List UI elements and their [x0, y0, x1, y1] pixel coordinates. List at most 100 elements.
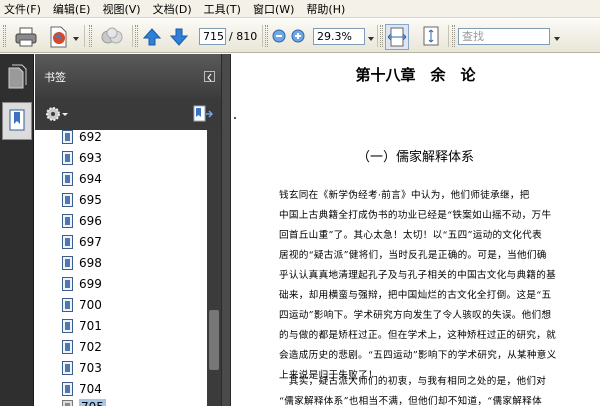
bookmark-item[interactable]: 698	[62, 252, 102, 273]
bookmark-item[interactable]: 699	[62, 273, 102, 294]
zoom-out-icon[interactable]	[272, 29, 286, 43]
bookmark-label: 700	[79, 297, 102, 312]
bookmark-item[interactable]: 694	[62, 168, 102, 189]
menu-bar: 文件(F) 编辑(E) 视图(V) 文档(D) 工具(T) 窗口(W) 帮助(H…	[0, 0, 600, 18]
bookmark-label: 697	[79, 234, 102, 249]
menu-help[interactable]: 帮助(H)	[306, 1, 345, 17]
bookmark-item[interactable]: 703	[62, 357, 102, 378]
bookmark-icon	[62, 318, 73, 333]
search-dropdown-icon[interactable]	[554, 37, 560, 41]
bookmark-label: 704	[79, 381, 102, 396]
bookmark-item[interactable]: 692	[62, 130, 102, 147]
bookmark-label: 698	[79, 255, 102, 270]
create-pdf-icon[interactable]	[46, 25, 70, 49]
bookmark-label: 701	[79, 318, 102, 333]
bookmark-item[interactable]: 697	[62, 231, 102, 252]
bookmark-label: 696	[79, 213, 102, 228]
text-line: 四运动”影响下。学术研究方向发生了令人骇叹的失误。他们想	[279, 310, 552, 321]
bookmark-item[interactable]: 693	[62, 147, 102, 168]
bookmark-icon	[62, 192, 73, 207]
bookmark-icon	[62, 150, 73, 165]
bookmark-icon	[62, 276, 73, 291]
text-line: 钱玄同在《新学伪经考·前言》中认为，他们师徒承继，把	[279, 190, 530, 201]
bookmarks-toolbar	[35, 98, 221, 130]
text-line: 乎认认真真地清理起孔子及与孔子相关的中国古文化与典籍的基	[279, 270, 557, 281]
bookmarks-icon[interactable]	[2, 102, 32, 140]
toolbar-grip[interactable]	[135, 25, 138, 47]
navigation-pane	[0, 54, 34, 406]
previous-page-icon[interactable]	[142, 27, 162, 47]
zoom-input[interactable]: 29.3%	[313, 28, 365, 45]
toolbar-grip[interactable]	[380, 25, 383, 47]
toolbar-separator	[132, 25, 133, 47]
pane-splitter[interactable]	[221, 54, 231, 406]
scrollbar-thumb[interactable]	[209, 310, 219, 370]
bookmark-icon	[62, 171, 73, 186]
bookmark-icon	[62, 360, 73, 375]
toolbar-grip[interactable]	[3, 25, 6, 47]
text-line: 的与做的都是矫枉过正。但在学术上，这种矫枉过正的研究，就	[279, 330, 557, 341]
menu-document[interactable]: 文档(D)	[153, 1, 192, 17]
bookmark-item[interactable]: 701	[62, 315, 102, 336]
page-total: / 810	[229, 30, 258, 43]
options-gear-icon[interactable]	[45, 106, 69, 122]
bookmark-icon	[62, 297, 73, 312]
toolbar-separator	[84, 25, 85, 47]
fit-page-icon[interactable]	[420, 24, 442, 50]
bookmark-scrollbar[interactable]	[207, 130, 221, 406]
bookmark-label: 692	[79, 130, 102, 144]
bookmark-item[interactable]: 695	[62, 189, 102, 210]
bookmark-label: 694	[79, 171, 102, 186]
menu-tools[interactable]: 工具(T)	[204, 1, 241, 17]
bookmark-list: 692 693 694 695 696 697 698 699 700 701 …	[35, 130, 207, 406]
toolbar-grip[interactable]	[452, 25, 455, 47]
bookmark-label: 705	[79, 398, 106, 406]
bookmark-icon	[62, 381, 73, 396]
toolbar-grip[interactable]	[89, 25, 92, 47]
zoom-in-icon[interactable]	[291, 29, 305, 43]
panel-options-icon[interactable]	[204, 71, 215, 82]
collaborate-icon[interactable]	[99, 25, 127, 49]
bookmark-item[interactable]: 700	[62, 294, 102, 315]
body-paragraph: 其实，疑古派大师们的初衷，与我有相同之处的是，他们对 “儒家解释体系”也相当不满…	[279, 372, 589, 406]
fit-width-icon[interactable]	[385, 24, 409, 50]
bookmarks-panel-title: 书签	[44, 71, 66, 84]
print-icon[interactable]	[14, 25, 38, 49]
text-line: 中国上古典籍全打成伪书的功业已经是“铁案如山摇不动，万牛	[279, 210, 552, 221]
body-paragraph: 钱玄同在《新学伪经考·前言》中认为，他们师徒承继，把 中国上古典籍全打成伪书的功…	[279, 186, 589, 386]
toolbar-separator	[377, 25, 378, 47]
zoom-dropdown-icon[interactable]	[368, 37, 374, 41]
search-input[interactable]: 查找	[458, 28, 550, 45]
bookmark-icon	[62, 339, 73, 354]
bookmark-icon	[62, 213, 73, 228]
page-mark	[234, 117, 236, 119]
bookmark-label: 699	[79, 276, 102, 291]
bookmarks-panel-header: 书签	[35, 54, 221, 98]
bookmark-label: 693	[79, 150, 102, 165]
section-title: （一）儒家解释体系	[356, 150, 474, 165]
text-line: “儒家解释体系”也相当不满，但他们却不知道，“儒家解释体	[279, 396, 542, 406]
bookmark-label: 703	[79, 360, 102, 375]
bookmark-icon	[62, 399, 73, 406]
menu-file[interactable]: 文件(F)	[4, 1, 41, 17]
create-pdf-dropdown-icon[interactable]	[73, 37, 79, 41]
new-bookmark-icon[interactable]	[192, 104, 214, 124]
menu-view[interactable]: 视图(V)	[102, 1, 140, 17]
text-line: 础来，却用横蛮与强辩，把中国灿烂的古文化全打倒。这是“五	[279, 290, 552, 301]
pages-icon[interactable]	[2, 60, 32, 98]
bookmark-item[interactable]: 702	[62, 336, 102, 357]
next-page-icon[interactable]	[169, 27, 189, 47]
bookmark-item-selected[interactable]: 705	[62, 396, 106, 406]
bookmark-icon	[62, 255, 73, 270]
page-number-input[interactable]: 715	[199, 28, 226, 45]
bookmark-label: 702	[79, 339, 102, 354]
toolbar: 715 / 810 29.3% 查找	[0, 19, 600, 53]
bookmark-item[interactable]: 696	[62, 210, 102, 231]
toolbar-separator	[262, 25, 263, 47]
menu-edit[interactable]: 编辑(E)	[53, 1, 91, 17]
text-line: 其实，疑古派大师们的初衷，与我有相同之处的是，他们对	[279, 376, 547, 387]
text-line: 回首丘山重”了。其心太急！太切！以“五四”运动的文化代表	[279, 230, 542, 241]
toolbar-grip[interactable]	[265, 25, 268, 47]
menu-window[interactable]: 窗口(W)	[253, 1, 294, 17]
bookmark-icon	[62, 130, 73, 144]
